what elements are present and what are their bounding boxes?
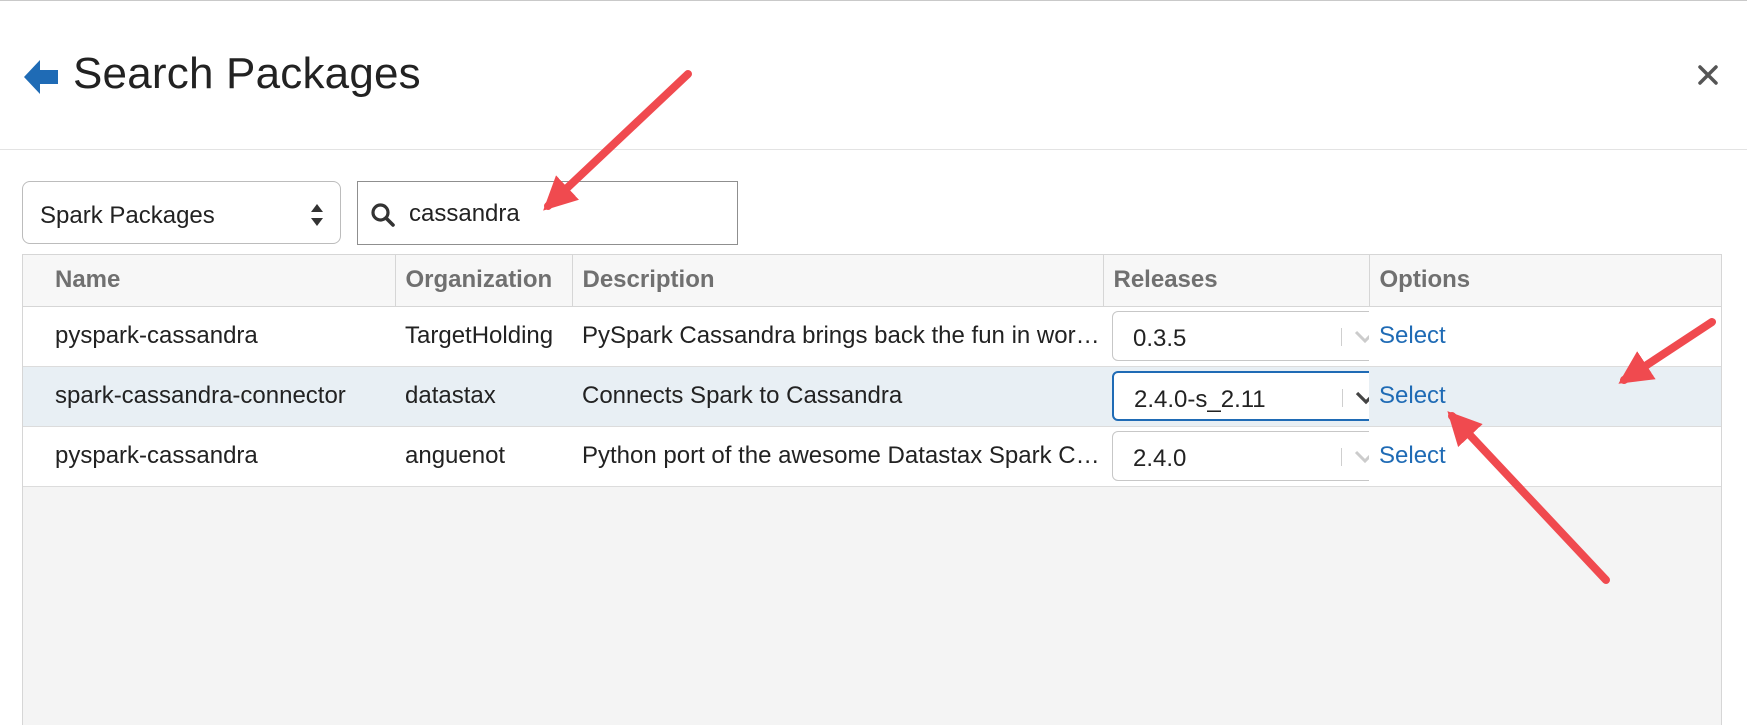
table-row[interactable]: spark-cassandra-connector datastax Conne…: [23, 366, 1721, 427]
package-source-select[interactable]: Spark Packages: [22, 181, 341, 244]
release-select[interactable]: 2.4.0-s_2.11: [1112, 371, 1369, 421]
dialog-title: Search Packages: [73, 49, 421, 98]
package-organization: datastax: [395, 366, 572, 427]
release-value: 2.4.0-s_2.11: [1134, 386, 1266, 413]
package-description: PySpark Cassandra brings back the fun in…: [572, 306, 1103, 367]
options-cell: Select: [1369, 366, 1721, 427]
chevron-down-icon: [1355, 391, 1369, 405]
column-header-options[interactable]: Options: [1368, 255, 1721, 307]
packages-table: Name Organization Description Releases O…: [23, 255, 1721, 487]
package-description: Python port of the awesome Datastax Spar…: [572, 426, 1103, 487]
column-header-organization[interactable]: Organization: [394, 255, 572, 307]
package-source-value: Spark Packages: [40, 202, 215, 229]
package-organization: anguenot: [395, 426, 572, 487]
package-name: pyspark-cassandra: [23, 306, 395, 367]
arrow-left-icon[interactable]: [20, 56, 62, 98]
search-field[interactable]: [357, 181, 738, 245]
package-organization: TargetHolding: [395, 306, 572, 367]
release-cell: 2.4.0: [1103, 426, 1369, 487]
package-name: pyspark-cassandra: [23, 426, 395, 487]
table-row[interactable]: pyspark-cassandra TargetHolding PySpark …: [23, 306, 1721, 367]
search-input[interactable]: [409, 196, 709, 232]
release-select[interactable]: 0.3.5: [1112, 311, 1369, 361]
options-cell: Select: [1369, 426, 1721, 487]
column-header-description[interactable]: Description: [571, 255, 1103, 307]
release-select[interactable]: 2.4.0: [1112, 431, 1369, 481]
select-separator: [1341, 328, 1342, 346]
chevron-down-icon: [1354, 450, 1369, 464]
up-down-caret-icon: [311, 204, 323, 226]
dialog-header: Search Packages: [0, 1, 1747, 150]
select-separator: [1342, 389, 1343, 407]
chevron-down-icon: [1354, 330, 1369, 344]
select-package-link[interactable]: Select: [1379, 442, 1446, 469]
packages-table-container: Name Organization Description Releases O…: [22, 254, 1722, 725]
select-package-link[interactable]: Select: [1379, 322, 1446, 349]
table-header-row: Name Organization Description Releases O…: [23, 255, 1721, 307]
release-value: 2.4.0: [1133, 445, 1187, 472]
column-header-releases[interactable]: Releases: [1102, 255, 1369, 307]
table-row[interactable]: pyspark-cassandra anguenot Python port o…: [23, 426, 1721, 487]
release-cell: 2.4.0-s_2.11: [1103, 366, 1369, 427]
release-value: 0.3.5: [1133, 325, 1187, 352]
select-separator: [1341, 448, 1342, 466]
close-icon[interactable]: [1692, 59, 1724, 91]
release-cell: 0.3.5: [1103, 306, 1369, 367]
column-header-name[interactable]: Name: [23, 255, 395, 307]
select-package-link[interactable]: Select: [1379, 382, 1446, 409]
package-name: spark-cassandra-connector: [23, 366, 395, 427]
package-description: Connects Spark to Cassandra: [572, 366, 1103, 427]
search-icon: [371, 203, 395, 227]
options-cell: Select: [1369, 306, 1721, 367]
